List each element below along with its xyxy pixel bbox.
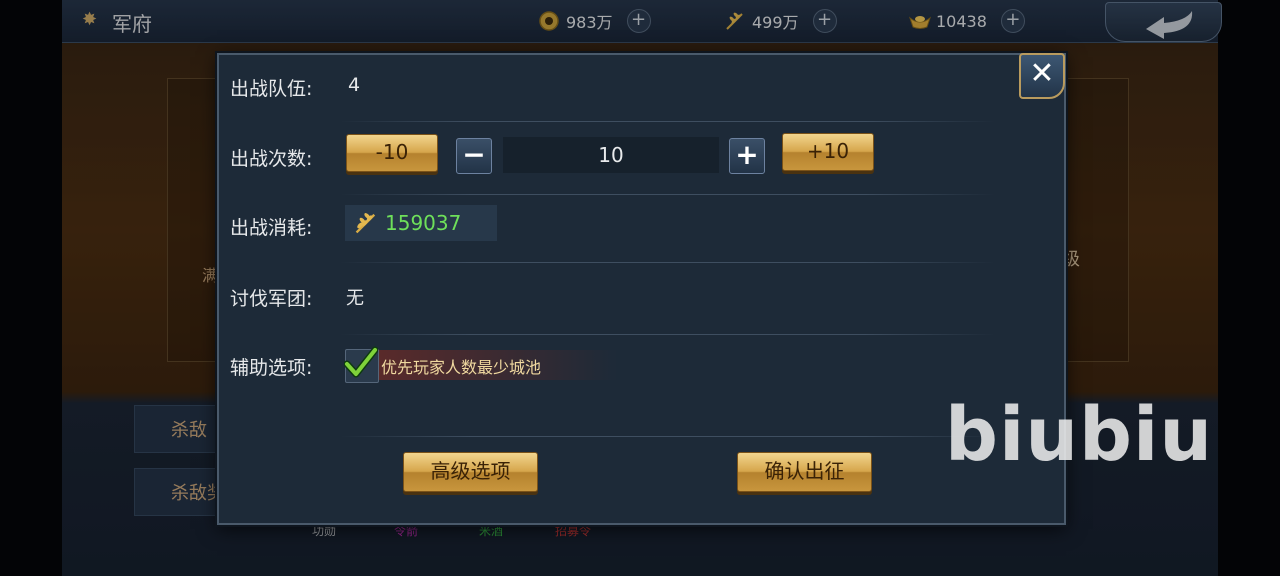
minus-button[interactable]: − [456, 138, 492, 174]
close-button[interactable]: ✕ [1019, 53, 1065, 99]
cost-display: 159037 [345, 205, 497, 241]
minus-10-button[interactable]: -10 [346, 134, 438, 172]
close-icon: ✕ [1029, 56, 1055, 91]
divider [340, 262, 995, 263]
cost-label: 出战消耗: [230, 217, 313, 239]
plus-10-button[interactable]: +10 [782, 133, 874, 171]
count-label: 出战次数: [230, 148, 313, 170]
assist-checkbox[interactable] [344, 346, 379, 383]
divider [340, 436, 995, 437]
divider [340, 334, 995, 335]
team-value: 4 [348, 74, 361, 96]
team-label: 出战队伍: [230, 78, 313, 100]
assist-option-label: 优先玩家人数最少城池 [381, 358, 542, 377]
divider [340, 194, 995, 195]
advanced-options-button[interactable]: 高级选项 [403, 452, 538, 492]
legion-value: 无 [346, 288, 364, 309]
dispatch-dialog [217, 53, 1066, 525]
count-input[interactable]: 10 [503, 137, 719, 173]
confirm-dispatch-button[interactable]: 确认出征 [737, 452, 872, 492]
legion-label: 讨伐军团: [230, 288, 313, 310]
plus-button[interactable]: + [729, 138, 765, 174]
cost-value: 159037 [385, 211, 462, 235]
watermark: biubiu [945, 392, 1214, 478]
divider [340, 121, 995, 122]
checkmark-icon [344, 346, 378, 378]
grain-icon [353, 210, 379, 236]
assist-label: 辅助选项: [230, 357, 313, 379]
